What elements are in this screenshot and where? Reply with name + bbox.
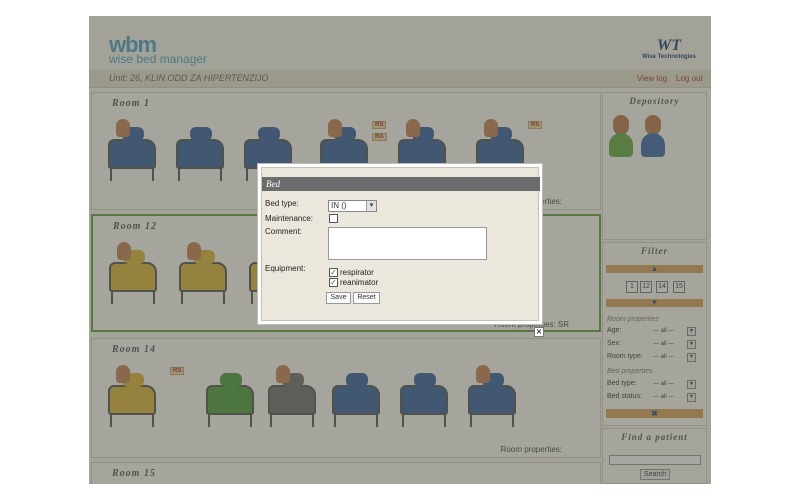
dialog-title: Bed xyxy=(262,177,540,191)
maintenance-checkbox[interactable] xyxy=(329,214,338,223)
close-icon[interactable]: × xyxy=(534,327,544,337)
respirator-checkbox[interactable]: ✓ xyxy=(329,268,338,277)
bed-type-select[interactable]: IN () ▾ xyxy=(328,200,377,212)
reanimator-checkbox[interactable]: ✓ xyxy=(329,278,338,287)
bed-type-label: Bed type: xyxy=(265,199,299,208)
save-button[interactable]: Save xyxy=(326,292,351,304)
equipment-label: Equipment: xyxy=(265,264,306,273)
bed-dialog: Bed Bed type: IN () ▾ Maintenance: Comme… xyxy=(257,163,543,325)
chevron-down-icon[interactable]: ▾ xyxy=(366,201,376,211)
reanimator-label: reanimator xyxy=(340,278,379,287)
bed-type-value: IN () xyxy=(331,201,347,210)
comment-textarea[interactable] xyxy=(328,227,487,260)
comment-label: Comment: xyxy=(265,227,302,236)
reset-button[interactable]: Reset xyxy=(353,292,380,304)
respirator-label: respirator xyxy=(340,268,374,277)
maintenance-label: Maintenance: xyxy=(265,214,314,223)
bed-dialog-body: Bed Bed type: IN () ▾ Maintenance: Comme… xyxy=(261,167,540,321)
